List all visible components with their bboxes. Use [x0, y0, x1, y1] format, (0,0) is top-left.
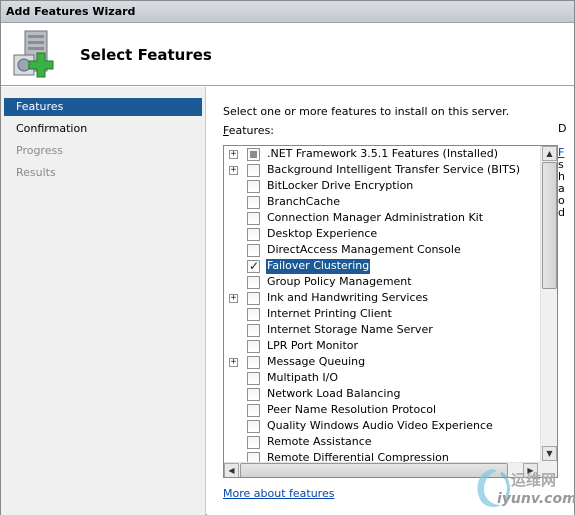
feature-label[interactable]: BranchCache [266, 195, 341, 210]
feature-checkbox[interactable]: ✓ [247, 259, 260, 273]
feature-row[interactable]: Internet Storage Name Server [224, 322, 540, 338]
title-bar[interactable]: Add Features Wizard [1, 1, 574, 23]
feature-row[interactable]: + Background Intelligent Transfer Service… [224, 162, 540, 178]
feature-label[interactable]: Connection Manager Administration Kit [266, 211, 484, 226]
feature-checkbox[interactable] [247, 388, 260, 401]
feature-checkbox[interactable] [247, 356, 260, 369]
feature-label[interactable]: Peer Name Resolution Protocol [266, 403, 437, 418]
feature-checkbox[interactable] [247, 404, 260, 417]
checkmark-icon: ✓ [249, 259, 260, 273]
feature-checkbox[interactable] [247, 292, 260, 305]
feature-checkbox[interactable] [247, 164, 260, 177]
feature-label[interactable]: Background Intelligent Transfer Service … [266, 163, 521, 178]
scroll-up-icon[interactable]: ▲ [542, 146, 557, 161]
feature-row[interactable]: Multipath I/O [224, 370, 540, 386]
expand-plus-icon[interactable]: + [229, 150, 238, 159]
features-tree-rows: + .NET Framework 3.5.1 Features (Installe… [224, 146, 540, 462]
feature-checkbox[interactable] [247, 452, 260, 462]
feature-checkbox[interactable] [247, 324, 260, 337]
watermark-cn-text: 运维网 [511, 471, 557, 489]
content-pane: Select one or more features to install o… [207, 87, 574, 515]
feature-label[interactable]: Ink and Handwriting Services [266, 291, 429, 306]
more-about-features-link[interactable]: More about features [223, 487, 334, 500]
feature-row[interactable]: + Message Queuing [224, 354, 540, 370]
feature-row[interactable]: LPR Port Monitor [224, 338, 540, 354]
feature-row[interactable]: + .NET Framework 3.5.1 Features (Installe… [224, 146, 540, 162]
expand-plus-icon[interactable]: + [229, 166, 238, 175]
window-title: Add Features Wizard [6, 5, 136, 18]
scroll-down-icon[interactable]: ▼ [542, 446, 557, 461]
scroll-left-icon[interactable]: ◀ [224, 463, 239, 477]
nav-item-confirmation[interactable]: Confirmation [4, 120, 202, 138]
feature-checkbox[interactable] [247, 148, 260, 161]
feature-label[interactable]: Quality Windows Audio Video Experience [266, 419, 494, 434]
feature-label[interactable]: LPR Port Monitor [266, 339, 359, 354]
feature-row[interactable]: Quality Windows Audio Video Experience [224, 418, 540, 434]
feature-row[interactable]: Remote Assistance [224, 434, 540, 450]
nav-item-progress: Progress [16, 144, 63, 157]
feature-label[interactable]: Desktop Experience [266, 227, 378, 242]
feature-row[interactable]: Remote Differential Compression [224, 450, 540, 462]
feature-label[interactable]: Multipath I/O [266, 371, 339, 386]
nav-item-results: Results [16, 166, 56, 179]
expand-plus-icon[interactable]: + [229, 294, 238, 303]
wizard-steps-nav: Features Confirmation Progress Results [1, 87, 206, 515]
feature-checkbox[interactable] [247, 244, 260, 257]
instruction-text: Select one or more features to install o… [223, 105, 510, 118]
feature-label[interactable]: BitLocker Drive Encryption [266, 179, 414, 194]
vertical-scroll-thumb[interactable] [542, 162, 557, 289]
add-features-wizard-window: Add Features Wizard Select Features Feat… [0, 0, 575, 515]
feature-row[interactable]: BitLocker Drive Encryption [224, 178, 540, 194]
description-panel: D F s h a o d [558, 123, 574, 223]
feature-row[interactable]: Peer Name Resolution Protocol [224, 402, 540, 418]
wizard-header: Select Features [1, 23, 574, 86]
watermark: 运维网 iyunv.com [471, 463, 575, 513]
feature-checkbox[interactable] [247, 228, 260, 241]
feature-checkbox[interactable] [247, 420, 260, 433]
feature-label[interactable]: Internet Storage Name Server [266, 323, 434, 338]
feature-row[interactable]: + Ink and Handwriting Services [224, 290, 540, 306]
feature-checkbox[interactable] [247, 196, 260, 209]
feature-row[interactable]: DirectAccess Management Console [224, 242, 540, 258]
expand-plus-icon[interactable]: + [229, 358, 238, 367]
feature-label[interactable]: DirectAccess Management Console [266, 243, 462, 258]
horizontal-scroll-thumb[interactable] [240, 463, 508, 477]
feature-label[interactable]: Failover Clustering [266, 259, 371, 274]
feature-row[interactable]: Group Policy Management [224, 274, 540, 290]
description-fragment: d [558, 206, 565, 219]
feature-checkbox[interactable] [247, 212, 260, 225]
feature-checkbox[interactable] [247, 340, 260, 353]
feature-checkbox[interactable] [247, 180, 260, 193]
feature-label[interactable]: Network Load Balancing [266, 387, 401, 402]
vertical-scrollbar[interactable]: ▲ ▼ [540, 146, 557, 462]
feature-row[interactable]: Connection Manager Administration Kit [224, 210, 540, 226]
page-title: Select Features [80, 46, 212, 64]
nav-item-features[interactable]: Features [4, 98, 202, 116]
feature-label[interactable]: Group Policy Management [266, 275, 413, 290]
feature-label[interactable]: Message Queuing [266, 355, 366, 370]
features-label: Features: [223, 124, 274, 137]
watermark-url-text: iyunv.com [497, 491, 575, 507]
feature-row[interactable]: Network Load Balancing [224, 386, 540, 402]
feature-checkbox[interactable] [247, 436, 260, 449]
feature-row[interactable]: Internet Printing Client [224, 306, 540, 322]
feature-label[interactable]: Remote Assistance [266, 435, 373, 450]
feature-label[interactable]: .NET Framework 3.5.1 Features (Installed… [266, 147, 499, 162]
feature-row[interactable]: ✓ Failover Clustering [224, 258, 540, 274]
server-add-icon [11, 29, 61, 81]
feature-checkbox[interactable] [247, 308, 260, 321]
features-tree[interactable]: + .NET Framework 3.5.1 Features (Installe… [223, 145, 558, 478]
feature-row[interactable]: BranchCache [224, 194, 540, 210]
feature-label[interactable]: Internet Printing Client [266, 307, 393, 322]
feature-checkbox[interactable] [247, 276, 260, 289]
feature-checkbox[interactable] [247, 372, 260, 385]
feature-label[interactable]: Remote Differential Compression [266, 451, 450, 462]
features-label-text: eatures: [228, 124, 275, 137]
feature-row[interactable]: Desktop Experience [224, 226, 540, 242]
